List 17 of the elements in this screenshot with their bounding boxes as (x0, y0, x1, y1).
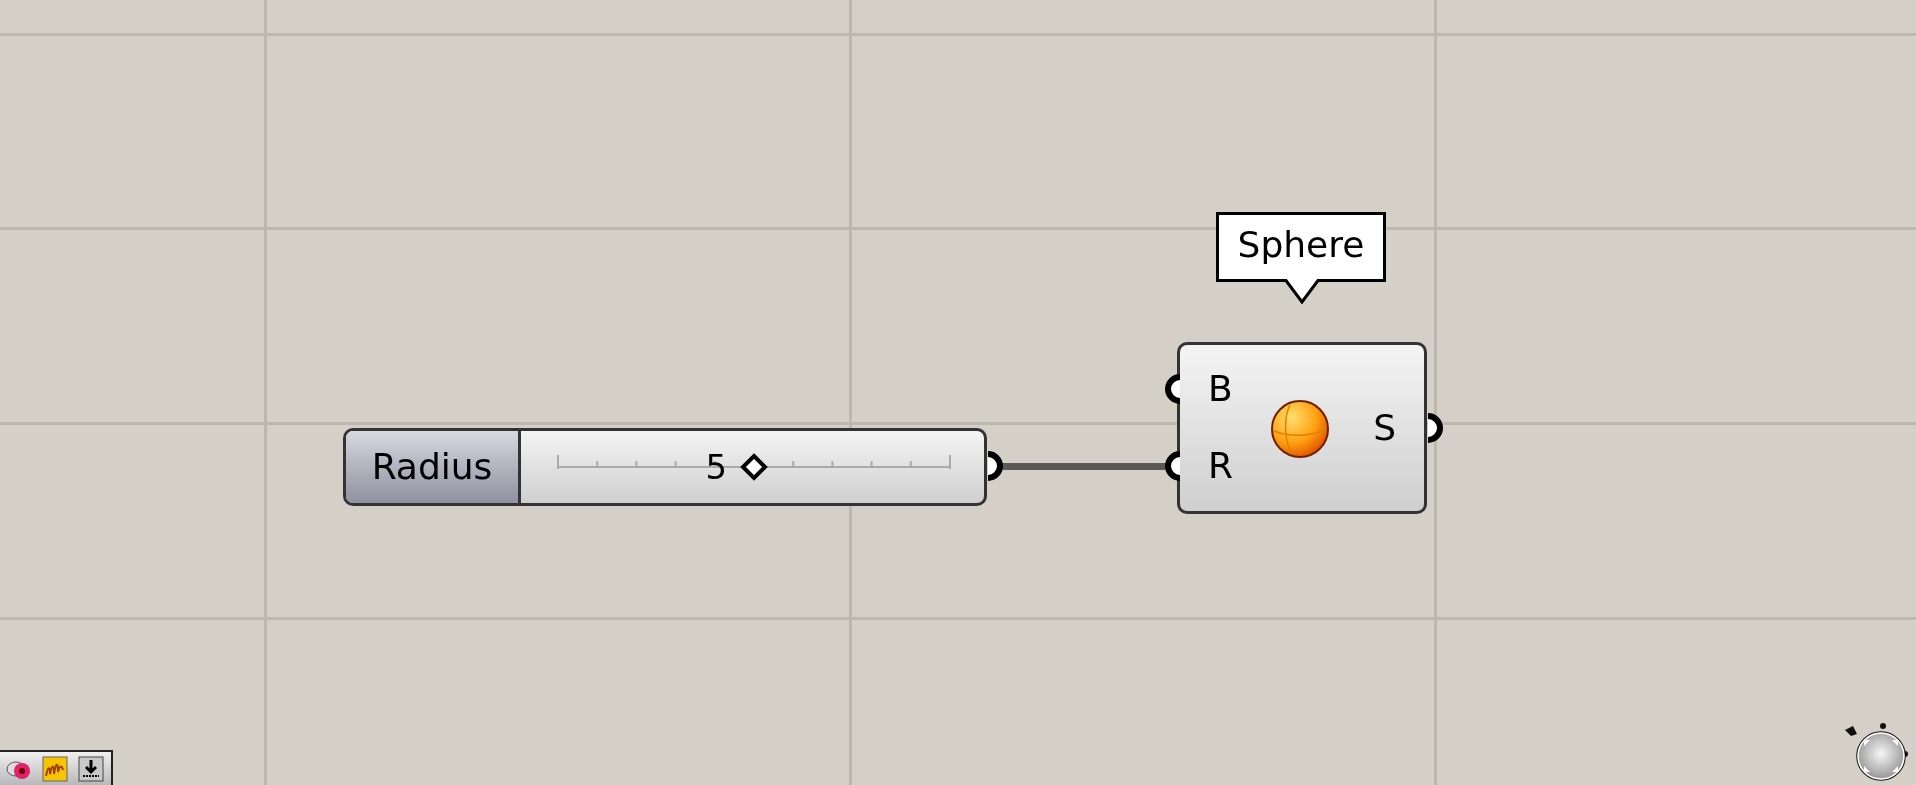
input-label: R (1208, 446, 1233, 486)
slider-grip[interactable] (739, 453, 768, 481)
slider-label: Radius (346, 431, 521, 503)
sketch-icon[interactable] (42, 755, 68, 782)
number-slider[interactable]: Radius 5 (343, 428, 987, 506)
sphere-component[interactable]: B R S (1177, 342, 1427, 514)
download-icon[interactable] (78, 755, 104, 782)
navigation-widget-icon[interactable] (1843, 720, 1909, 784)
input-grip[interactable] (1162, 373, 1182, 405)
output-grip[interactable] (986, 450, 1006, 482)
output-label: S (1373, 408, 1396, 448)
slider-value: 5 (705, 447, 728, 487)
output-grip[interactable] (1426, 412, 1446, 444)
input-label: B (1208, 369, 1233, 409)
input-grip[interactable] (1162, 450, 1182, 482)
sphere-icon (1268, 397, 1332, 461)
tooltip-text: Sphere (1236, 223, 1366, 267)
